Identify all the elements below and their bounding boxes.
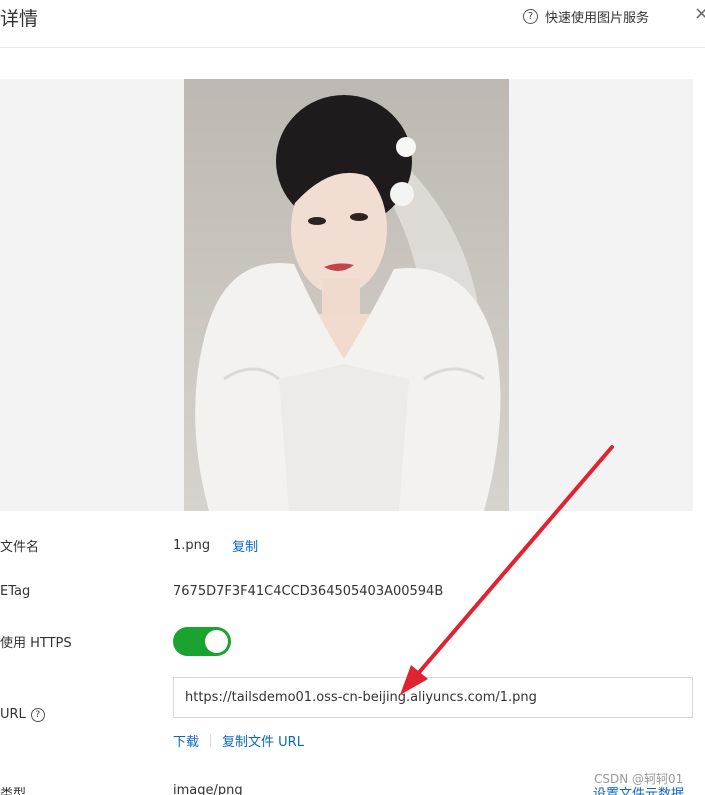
- set-metadata-link[interactable]: 设置文件元数据: [593, 783, 684, 795]
- etag-value: 7675D7F3F41C4CCD364505403A00594B: [173, 584, 444, 599]
- copy-url-link[interactable]: 复制文件 URL: [222, 731, 304, 750]
- quick-start-link[interactable]: ? 快速使用图片服务: [523, 7, 649, 26]
- quick-start-label: 快速使用图片服务: [545, 11, 650, 26]
- portrait-illustration: [195, 95, 501, 511]
- etag-label: ETag: [0, 584, 31, 599]
- type-label: 类型: [0, 787, 27, 795]
- filename-value: 1.png: [173, 538, 211, 553]
- copy-filename-link[interactable]: 复制: [232, 536, 258, 555]
- type-value: image/png: [173, 783, 243, 795]
- https-label: 使用 HTTPS: [0, 636, 72, 651]
- close-icon[interactable]: ×: [694, 3, 705, 24]
- filename-label: 文件名: [0, 540, 40, 555]
- divider: [210, 734, 212, 747]
- filename-row: 1.png 复制: [173, 536, 258, 555]
- url-label-row: URL?: [0, 707, 45, 722]
- toggle-knob: [205, 630, 228, 653]
- drawer-header: 详情 ? 快速使用图片服务 ×: [0, 0, 705, 48]
- help-icon: ?: [523, 9, 538, 24]
- download-link[interactable]: 下载: [173, 731, 199, 750]
- help-icon[interactable]: ?: [30, 708, 45, 722]
- url-actions: 下载 复制文件 URL: [173, 731, 304, 750]
- image-preview: [184, 79, 509, 511]
- page-title: 详情: [0, 8, 39, 30]
- https-toggle[interactable]: [173, 627, 231, 656]
- url-label: URL: [0, 707, 26, 722]
- image-preview-area: [0, 79, 693, 511]
- url-field[interactable]: https://tailsdemo01.oss-cn-beijing.aliyu…: [173, 677, 693, 718]
